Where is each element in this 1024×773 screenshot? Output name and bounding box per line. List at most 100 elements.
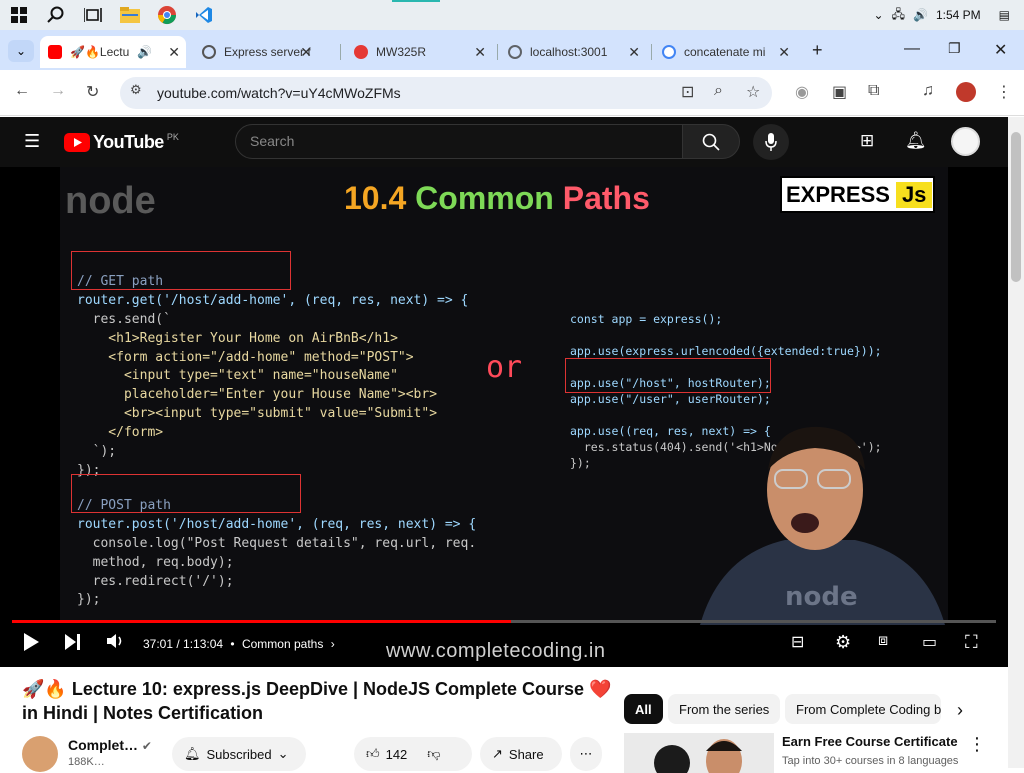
mercusys-favicon-icon <box>354 45 368 59</box>
network-icon[interactable]: 🖧 <box>892 5 905 26</box>
volume-icon[interactable]: 🔊 <box>913 8 928 22</box>
close-tab-icon[interactable]: ✕ <box>778 44 790 61</box>
reload-icon[interactable]: ↻ <box>86 82 99 102</box>
like-icon[interactable]: 👍︎ <box>366 746 380 762</box>
search-icon[interactable] <box>37 0 74 30</box>
notifications-icon[interactable]: ▤ <box>999 8 1010 22</box>
tab-localhost[interactable]: localhost:3001 ✕ <box>500 36 646 68</box>
microphone-icon <box>765 133 777 151</box>
like-dislike-group[interactable]: 👍︎ 142 👎︎ <box>354 737 472 771</box>
close-tab-icon[interactable]: ✕ <box>474 44 486 61</box>
chip-from-the-series[interactable]: From the series <box>668 694 781 724</box>
svg-text:node: node <box>785 582 858 612</box>
back-icon[interactable]: ← <box>14 82 30 100</box>
clock[interactable]: 1:54 PM <box>936 8 981 22</box>
windows-taskbar: ⌄ 🖧 🔊 1:54 PM ▤ <box>0 0 1024 30</box>
next-button[interactable] <box>64 632 82 657</box>
recommendation-thumbnail[interactable] <box>624 733 774 773</box>
channel-avatar[interactable] <box>22 736 58 772</box>
install-app-icon[interactable]: ⊡ <box>681 82 694 102</box>
tab-express-server[interactable]: Express server f ✕ <box>194 36 318 68</box>
new-tab-button[interactable]: + <box>812 40 823 61</box>
media-controls-icon[interactable]: ♫ <box>922 82 934 100</box>
recommendation-title[interactable]: Earn Free Course Certificate <box>782 734 958 749</box>
hamburger-menu-icon[interactable]: ☰ <box>24 131 40 152</box>
share-button[interactable]: ↗ Share <box>480 737 562 771</box>
tab-search-icon[interactable]: ⌄ <box>8 40 34 62</box>
chrome-taskbar-icon[interactable] <box>148 0 185 30</box>
tab-label: Express server f <box>224 45 311 59</box>
tab-mw325r[interactable]: MW325R ✕ <box>346 36 492 68</box>
subscribed-button[interactable]: 🔔︎ Subscribed ⌄ <box>172 737 306 771</box>
windows-start-icon[interactable] <box>0 0 37 30</box>
tab-label: MW325R <box>376 45 427 59</box>
slide-title-word1: Common <box>415 180 554 216</box>
code-line: method, req.body); <box>77 554 234 570</box>
chapter-title[interactable]: Common paths <box>242 637 323 651</box>
tab-separator <box>497 44 498 60</box>
code-line: // POST path <box>77 497 171 513</box>
bookmark-star-icon[interactable]: ☆ <box>746 82 760 102</box>
profile-avatar[interactable] <box>956 82 976 102</box>
express-text: EXPRESS <box>786 181 890 207</box>
close-tab-icon[interactable]: ✕ <box>628 44 640 61</box>
volume-button[interactable] <box>106 632 124 655</box>
youtube-logo[interactable]: YouTube PK <box>64 132 179 153</box>
recommendation-thumbnail-image <box>624 733 774 773</box>
extensions-icon[interactable]: ⧉ <box>868 82 879 100</box>
code-line: res.redirect('/'); <box>77 573 234 589</box>
zoom-icon[interactable]: ⌕ <box>714 82 723 100</box>
search-input[interactable]: Search <box>235 124 683 159</box>
vscode-icon[interactable] <box>185 0 222 30</box>
channel-name[interactable]: Complet… ✔ <box>68 737 152 753</box>
code-line: const app = express(); <box>570 312 723 326</box>
code-line: <form action="/add-home" method="POST"> <box>77 349 414 365</box>
code-line: router.post('/host/add-home', (req, res,… <box>77 516 477 532</box>
forward-icon[interactable]: → <box>50 82 66 100</box>
subtitles-icon[interactable]: ⊟ <box>791 632 804 652</box>
progress-played[interactable] <box>12 620 511 623</box>
dislike-icon[interactable]: 👎︎ <box>427 746 440 762</box>
play-button[interactable] <box>22 632 40 657</box>
recommendation-menu-icon[interactable]: ⋮ <box>968 734 986 755</box>
picture-in-picture-icon[interactable]: ▣ <box>832 82 847 102</box>
more-actions-button[interactable]: ⋯ <box>570 737 602 771</box>
chip-all[interactable]: All <box>624 694 663 724</box>
voice-search-button[interactable] <box>753 124 789 160</box>
minimize-icon[interactable]: — <box>904 40 920 58</box>
scrollbar-thumb[interactable] <box>1011 132 1021 282</box>
restore-icon[interactable]: ❐ <box>948 40 961 57</box>
theater-mode-icon[interactable]: ▭ <box>922 632 937 652</box>
file-explorer-icon[interactable] <box>111 0 148 30</box>
code-line: // GET path <box>77 273 164 289</box>
menu-kebab-icon[interactable]: ⋮ <box>996 82 1012 102</box>
express-js-text: Js <box>895 181 933 208</box>
title-text: Lecture 10: express.js DeepDive | NodeJS… <box>71 679 585 699</box>
account-avatar[interactable] <box>951 127 980 156</box>
chip-from-complete-coding[interactable]: From Complete Coding by <box>785 694 941 724</box>
settings-gear-icon[interactable]: ⚙ <box>835 632 851 653</box>
chevron-up-icon[interactable]: ⌄ <box>874 8 884 22</box>
site-info-icon[interactable]: ⚙ <box>130 82 142 98</box>
slide-title-number: 10.4 <box>344 180 407 216</box>
close-tab-icon[interactable]: ✕ <box>300 44 312 61</box>
code-line: `); <box>77 444 117 460</box>
search-button[interactable] <box>682 124 740 159</box>
tab-concatenate[interactable]: concatenate mi ✕ <box>654 36 796 68</box>
tab-youtube-lecture[interactable]: 🚀🔥 Lectu 🔊 ✕ <box>40 36 186 68</box>
chevron-right-icon[interactable]: › <box>331 637 335 651</box>
verified-icon: ✔ <box>141 739 152 753</box>
fullscreen-icon[interactable]: ⛶ <box>965 632 978 653</box>
chevron-right-icon[interactable]: › <box>957 700 963 721</box>
globe-icon <box>508 45 522 59</box>
speaker-icon[interactable]: 🔊 <box>137 45 152 59</box>
create-video-icon[interactable]: ⊞ <box>860 131 874 151</box>
notifications-bell-icon[interactable]: 🔔︎ <box>905 131 927 151</box>
close-window-icon[interactable]: ✕ <box>994 40 1007 60</box>
close-tab-icon[interactable]: ✕ <box>168 44 180 61</box>
camera-icon[interactable]: ◉ <box>795 82 809 102</box>
tab-separator <box>340 44 341 60</box>
task-view-icon[interactable] <box>74 0 111 30</box>
url-text[interactable]: youtube.com/watch?v=uY4cMWoZFMs <box>157 85 401 101</box>
miniplayer-icon[interactable]: ⧈ <box>878 632 888 650</box>
